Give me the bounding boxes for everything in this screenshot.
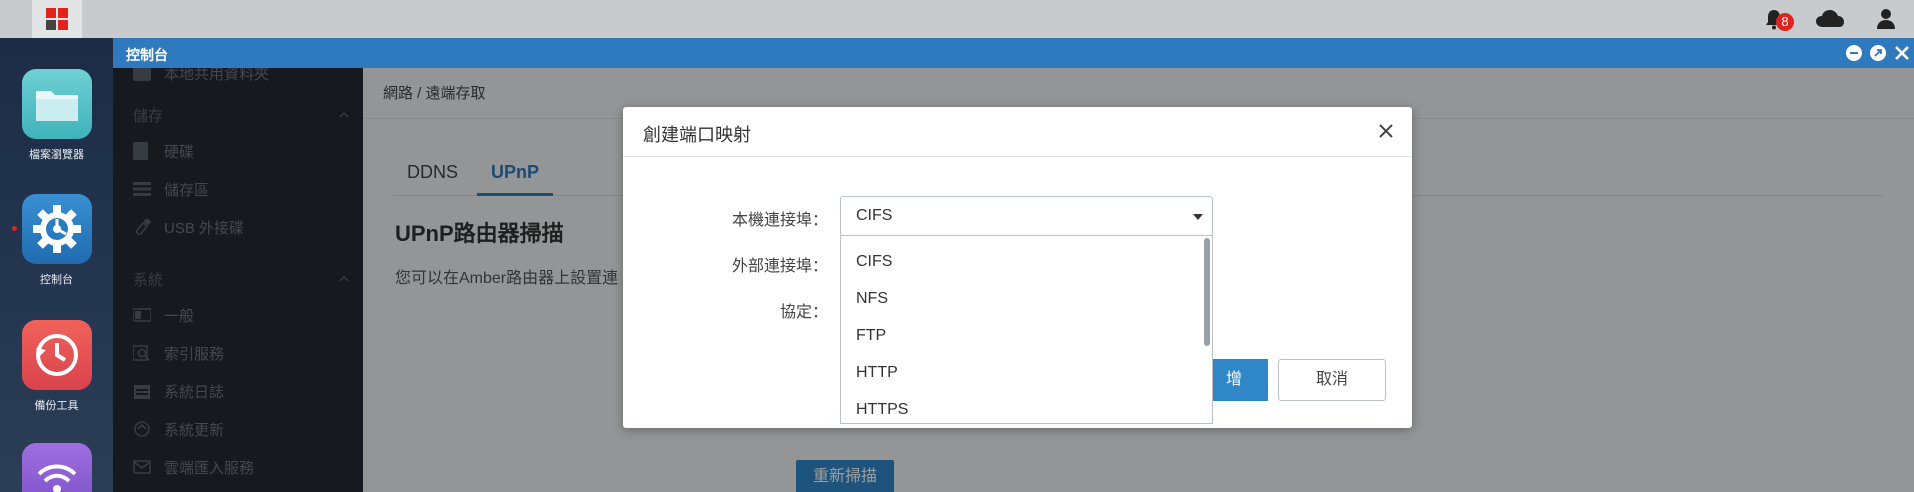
add-button-label: 增 bbox=[1226, 371, 1243, 388]
dropdown-option-nfs[interactable]: NFS bbox=[841, 280, 1201, 317]
external-port-label: 外部連接埠： bbox=[731, 258, 828, 275]
close-icon bbox=[1895, 46, 1909, 60]
cloud-button[interactable] bbox=[1802, 0, 1858, 38]
dropdown-option-cifs[interactable]: CIFS bbox=[841, 243, 1201, 280]
close-icon[interactable] bbox=[1374, 119, 1398, 143]
dialog-title: 創建端口映射 bbox=[643, 125, 751, 145]
cancel-button[interactable]: 取消 bbox=[1278, 359, 1386, 401]
dropdown-option-http[interactable]: HTTP bbox=[841, 354, 1201, 391]
taskbar: 8 bbox=[0, 0, 1914, 38]
dock-app-label: 備份工具 bbox=[34, 400, 79, 412]
notification-button[interactable]: 8 bbox=[1746, 0, 1802, 38]
cloud-icon bbox=[1816, 10, 1844, 27]
local-port-selected-value: CIFS bbox=[856, 207, 893, 224]
dock-app-control-panel[interactable]: 控制台 bbox=[0, 194, 113, 287]
local-port-label: 本機連接埠： bbox=[731, 212, 828, 229]
caret-down-icon bbox=[1193, 214, 1203, 220]
start-menu-button[interactable] bbox=[32, 0, 82, 38]
user-icon bbox=[1877, 9, 1895, 29]
dialog-header: 創建端口映射 bbox=[623, 107, 1412, 157]
minimize-icon bbox=[1850, 52, 1858, 54]
folder-icon bbox=[21, 69, 92, 139]
dock-app-backup-tool[interactable]: 備份工具 bbox=[0, 320, 113, 413]
backup-clock-icon bbox=[21, 320, 92, 390]
window-title-bar: 控制台 bbox=[113, 38, 1914, 68]
notification-badge: 8 bbox=[1776, 13, 1794, 31]
local-port-dropdown: CIFS NFS FTP HTTP HTTPS bbox=[840, 235, 1213, 424]
dock-app-label: 控制台 bbox=[40, 274, 73, 286]
dock-app-network[interactable] bbox=[0, 443, 113, 492]
user-account-button[interactable] bbox=[1858, 0, 1914, 38]
dock-app-file-browser[interactable]: 檔案瀏覽器 bbox=[0, 69, 113, 162]
dropdown-scrollbar[interactable] bbox=[1204, 238, 1210, 346]
window-title: 控制台 bbox=[126, 47, 168, 63]
app-dock: 檔案瀏覽器 控制台 備份工具 bbox=[0, 38, 113, 492]
restore-button[interactable] bbox=[1870, 45, 1886, 61]
local-port-select[interactable]: CIFS bbox=[840, 196, 1213, 236]
gear-icon bbox=[21, 194, 92, 264]
protocol-label: 協定： bbox=[779, 304, 828, 321]
window-close-button[interactable] bbox=[1892, 43, 1912, 63]
minimize-button[interactable] bbox=[1846, 45, 1862, 61]
dropdown-option-https[interactable]: HTTPS bbox=[841, 391, 1201, 423]
restore-icon bbox=[1874, 49, 1882, 57]
dock-app-label: 檔案瀏覽器 bbox=[29, 149, 84, 161]
app-grid-icon bbox=[46, 8, 68, 30]
add-button[interactable]: 增 bbox=[1206, 359, 1268, 401]
system-tray: 8 bbox=[1746, 0, 1914, 38]
dropdown-option-ftp[interactable]: FTP bbox=[841, 317, 1201, 354]
wifi-icon bbox=[21, 443, 92, 492]
create-port-mapping-dialog: 創建端口映射 本機連接埠： 外部連接埠： 協定： 增 取消 CIFS CIFS … bbox=[623, 107, 1412, 428]
